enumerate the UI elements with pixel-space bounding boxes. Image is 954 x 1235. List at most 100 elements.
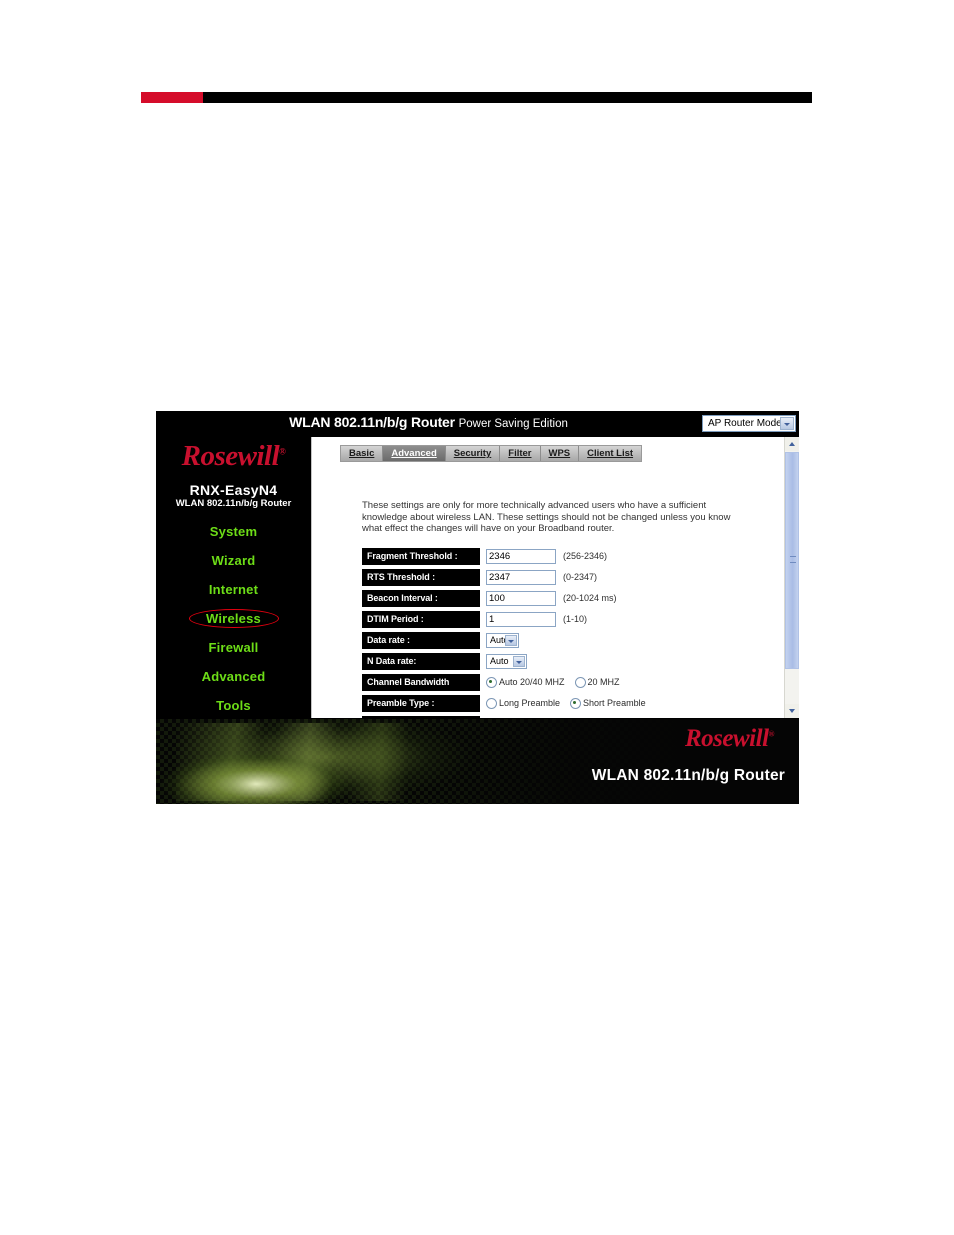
sidebar-item-label: Internet	[208, 582, 259, 597]
dtim-period-control: (1-10)	[486, 610, 587, 628]
field-row-data-rate: Data rate : Auto	[362, 631, 762, 649]
rts-threshold-hint: (0-2347)	[563, 572, 598, 582]
preamble-type-radio-group: Long Preamble Short Preamble	[486, 697, 656, 709]
router-mode-select[interactable]: AP Router Mode	[702, 415, 796, 432]
window-header: WLAN 802.11n/b/g Router Power Saving Edi…	[156, 411, 799, 437]
device-model: RNX-EasyN4	[189, 482, 278, 498]
channel-bandwidth-option-auto-20-40[interactable]: Auto 20/40 MHZ	[486, 676, 565, 688]
sidebar-item-label: Wizard	[211, 553, 256, 568]
cts-protection-label: CTS Protection :	[362, 715, 480, 718]
data-rate-select[interactable]: Auto	[486, 632, 519, 648]
rts-threshold-input[interactable]	[486, 569, 556, 585]
tab-wps[interactable]: WPS	[541, 446, 580, 461]
page-title: WLAN 802.11n/b/g Router Power Saving Edi…	[156, 414, 701, 430]
data-rate-label: Data rate :	[362, 631, 480, 649]
beacon-interval-control: (20-1024 ms)	[486, 589, 617, 607]
radio-unselected-icon[interactable]	[574, 676, 586, 688]
preamble-type-option-short[interactable]: Short Preamble	[570, 697, 646, 709]
footer-tagline: WLAN 802.11n/b/g Router	[591, 767, 785, 784]
field-row-dtim-period: DTIM Period : (1-10)	[362, 610, 762, 628]
chevron-down-icon[interactable]	[513, 655, 525, 667]
radio-label: Long Preamble	[499, 698, 561, 708]
sidebar-nav: System Wizard Internet Wireless Firewall…	[156, 517, 311, 720]
dtim-period-input[interactable]	[486, 611, 556, 627]
field-row-channel-bandwidth: Channel Bandwidth Auto 20/40 MHZ 20 MHZ	[362, 673, 762, 691]
radio-selected-icon[interactable]	[570, 697, 582, 709]
n-data-rate-value: Auto	[490, 655, 509, 666]
page-title-sub: Power Saving Edition	[458, 418, 568, 430]
document-rule-red-segment	[141, 92, 203, 103]
beacon-interval-input[interactable]	[486, 590, 556, 606]
field-row-cts-protection: CTS Protection : Auto Always	[362, 715, 762, 718]
scrollbar-thumb[interactable]	[785, 452, 799, 669]
field-row-beacon-interval: Beacon Interval : (20-1024 ms)	[362, 589, 762, 607]
field-row-fragment-threshold: Fragment Threshold : (256-2346)	[362, 547, 762, 565]
vertical-scrollbar[interactable]	[784, 437, 799, 718]
channel-bandwidth-control: Auto 20/40 MHZ 20 MHZ	[486, 673, 630, 691]
n-data-rate-select[interactable]: Auto	[486, 653, 527, 669]
tab-basic[interactable]: Basic	[341, 446, 384, 461]
sidebar-item-label: System	[209, 524, 258, 539]
sidebar-item-internet[interactable]: Internet	[156, 575, 311, 604]
page-title-main: WLAN 802.11n/b/g Router	[289, 414, 455, 430]
sidebar-item-label: Wireless	[206, 611, 261, 626]
tab-bar: Basic Advanced Security Filter WPS Clien…	[340, 445, 643, 462]
fragment-threshold-hint: (256-2346)	[563, 551, 608, 561]
scroll-down-arrow-icon[interactable]	[785, 704, 799, 718]
tab-security[interactable]: Security	[446, 446, 501, 461]
chevron-down-icon[interactable]	[780, 417, 794, 430]
section-description: These settings are only for more technic…	[362, 500, 731, 534]
channel-bandwidth-option-20[interactable]: 20 MHZ	[574, 676, 620, 688]
fragment-threshold-control: (256-2346)	[486, 547, 607, 565]
tab-client-list[interactable]: Client List	[579, 446, 641, 461]
document-top-rule	[141, 92, 812, 103]
footer-banner: Rosewill® WLAN 802.11n/b/g Router	[156, 719, 799, 804]
sidebar-item-wireless[interactable]: Wireless	[156, 604, 311, 633]
chevron-down-icon[interactable]	[505, 634, 517, 646]
beacon-interval-label: Beacon Interval :	[362, 589, 480, 607]
field-row-preamble-type: Preamble Type : Long Preamble Short Prea…	[362, 694, 762, 712]
sidebar-item-advanced[interactable]: Advanced	[156, 662, 311, 691]
sidebar-item-label: Tools	[216, 698, 251, 713]
preamble-type-option-long[interactable]: Long Preamble	[486, 697, 561, 709]
rts-threshold-label: RTS Threshold :	[362, 568, 480, 586]
tab-advanced[interactable]: Advanced	[383, 446, 446, 461]
radio-label: Short Preamble	[583, 698, 646, 708]
advanced-settings-form: Fragment Threshold : (256-2346) RTS Thre…	[362, 547, 762, 718]
device-model-subtitle: WLAN 802.11n/b/g Router	[175, 498, 292, 509]
router-mode-value: AP Router Mode	[708, 418, 782, 429]
radio-label: Auto 20/40 MHZ	[499, 677, 565, 687]
dtim-period-label: DTIM Period :	[362, 610, 480, 628]
sidebar-item-wizard[interactable]: Wizard	[156, 546, 311, 575]
registered-trademark-icon: ®	[768, 729, 775, 739]
preamble-type-label: Preamble Type :	[362, 694, 480, 712]
scroll-up-arrow-icon[interactable]	[785, 437, 799, 451]
sidebar-item-system[interactable]: System	[156, 517, 311, 546]
tab-filter[interactable]: Filter	[500, 446, 541, 461]
fragment-threshold-input[interactable]	[486, 548, 556, 564]
cts-protection-control: Auto Always None	[486, 715, 624, 718]
radio-unselected-icon[interactable]	[486, 697, 497, 709]
beacon-interval-hint: (20-1024 ms)	[563, 593, 617, 603]
brand-logo-text: Rosewill	[181, 440, 280, 472]
sidebar-item-label: Advanced	[201, 669, 266, 684]
content-pane: Basic Advanced Security Filter WPS Clien…	[311, 437, 799, 718]
content-pane-inner: Basic Advanced Security Filter WPS Clien…	[311, 437, 784, 718]
fragment-threshold-label: Fragment Threshold :	[362, 547, 480, 565]
brand-logo: Rosewill®	[156, 440, 311, 473]
dtim-period-hint: (1-10)	[563, 614, 588, 624]
sidebar-item-tools[interactable]: Tools	[156, 691, 311, 720]
n-data-rate-label: N Data rate:	[362, 652, 480, 670]
sidebar: Rosewill® RNX-EasyN4 WLAN 802.11n/b/g Ro…	[156, 437, 311, 718]
channel-bandwidth-label: Channel Bandwidth	[362, 673, 480, 691]
registered-trademark-icon: ®	[279, 446, 286, 457]
sidebar-item-label: Firewall	[208, 640, 259, 655]
preamble-type-control: Long Preamble Short Preamble	[486, 694, 656, 712]
radio-label: 20 MHZ	[587, 677, 620, 687]
channel-bandwidth-radio-group: Auto 20/40 MHZ 20 MHZ	[486, 676, 630, 688]
sidebar-item-firewall[interactable]: Firewall	[156, 633, 311, 662]
rts-threshold-control: (0-2347)	[486, 568, 597, 586]
footer-brand-logo: Rosewill®	[685, 725, 775, 753]
radio-selected-icon[interactable]	[486, 676, 497, 688]
router-admin-window: WLAN 802.11n/b/g Router Power Saving Edi…	[156, 411, 799, 718]
